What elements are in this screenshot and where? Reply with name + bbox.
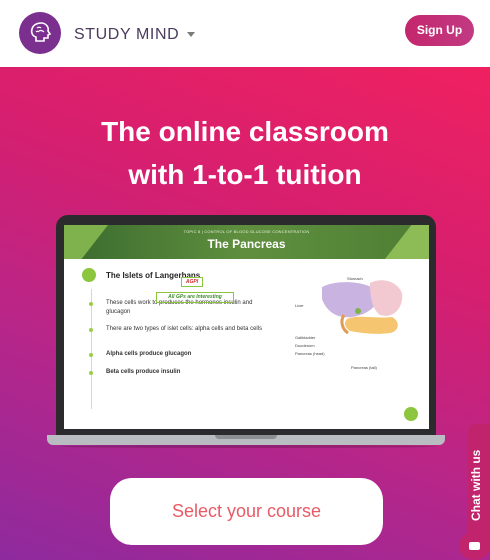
organ-label: Gallbladder (295, 335, 316, 340)
laptop-shadow (58, 445, 436, 448)
slide-bullet: Beta cells produce insulin (106, 369, 181, 375)
bullet-dot (89, 328, 93, 332)
mnemonic-badge: All GPs are Interesting (156, 292, 234, 303)
brain-logo-icon[interactable] (19, 12, 61, 54)
organ-label: Duodenum (295, 343, 315, 348)
select-course-button[interactable]: Select your course (110, 478, 383, 545)
slide-title: The Pancreas (207, 237, 286, 251)
brand-name[interactable]: STUDY MIND (74, 26, 179, 44)
slide-subtitle: TOPIC 8 | CONTROL OF BLOOD GLUCOSE CONCE… (183, 229, 310, 234)
leaf-badge-icon (404, 407, 418, 421)
bullet-dot (89, 353, 93, 357)
organ-label: Pancreas (tail) (351, 365, 377, 370)
hero-title-line1: The online classroom (101, 116, 389, 147)
hero-title: The online classroom with 1-to-1 tuition (0, 110, 490, 196)
sign-up-button[interactable]: Sign Up (405, 15, 474, 46)
bullet-dot (89, 371, 93, 375)
mnemonic-badge: AGPI (181, 277, 203, 287)
chat-icon (469, 542, 480, 550)
chevron-down-icon[interactable] (187, 32, 195, 37)
slide-bullet: Alpha cells produce glucagon (106, 351, 192, 357)
chat-bubble-icon[interactable] (459, 532, 490, 560)
bullet-dot (89, 302, 93, 306)
slide-bullet: There are two types of islet cells: alph… (106, 326, 263, 332)
chat-label[interactable]: Chat with us (469, 440, 490, 530)
slide-banner: TOPIC 8 | CONTROL OF BLOOD GLUCOSE CONCE… (64, 225, 429, 259)
laptop-screen: TOPIC 8 | CONTROL OF BLOOD GLUCOSE CONCE… (64, 225, 429, 429)
laptop-notch (215, 435, 277, 439)
organ-label: Liver (295, 303, 304, 308)
hero-section: The online classroom with 1-to-1 tuition… (0, 67, 490, 560)
site-header: STUDY MIND Sign Up (0, 0, 490, 67)
dna-icon (82, 268, 96, 282)
organ-label: Pancreas (head) (295, 351, 325, 356)
organ-label: Stomach (347, 276, 363, 281)
hero-title-line2: with 1-to-1 tuition (128, 159, 362, 190)
timeline-line (91, 289, 92, 409)
